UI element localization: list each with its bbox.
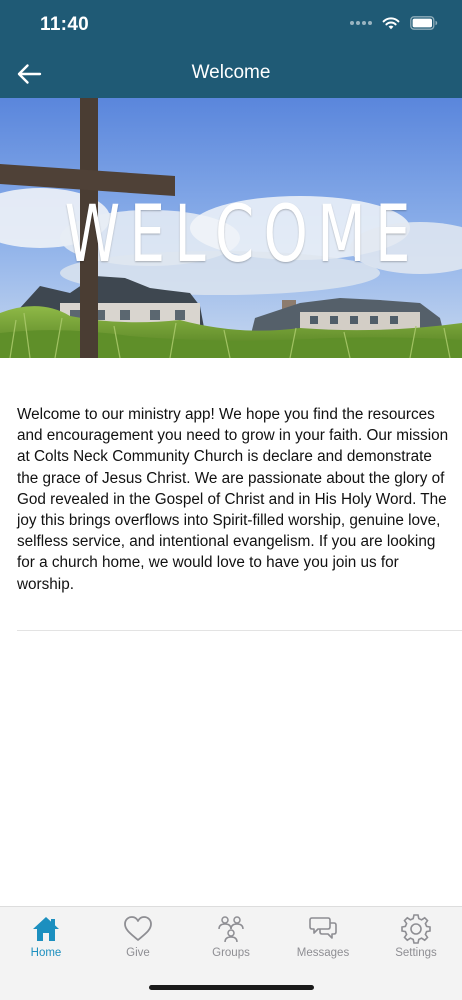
tab-groups[interactable]: Groups: [185, 913, 277, 969]
tab-home[interactable]: Home: [0, 913, 92, 969]
tab-label-groups: Groups: [212, 947, 250, 959]
tab-messages[interactable]: Messages: [277, 913, 369, 969]
tab-label-give: Give: [126, 947, 150, 959]
header: Welcome: [0, 50, 462, 98]
home-icon: [0, 913, 92, 945]
tab-label-home: Home: [30, 947, 62, 959]
welcome-banner: WELCOME: [0, 98, 462, 358]
page-title: Welcome: [191, 62, 271, 83]
tab-label-messages: Messages: [296, 947, 350, 959]
welcome-text: Welcome to our ministry app! We hope you…: [17, 406, 449, 593]
signal-icon: [350, 21, 372, 25]
home-indicator: [149, 985, 314, 990]
battery-icon: [410, 16, 438, 30]
gear-icon: [370, 913, 462, 945]
status-icons: [350, 16, 438, 30]
groups-icon: [185, 913, 277, 945]
wifi-icon: [382, 17, 400, 30]
top-bar: 11:40 Welcome: [0, 0, 462, 98]
tab-label-settings: Settings: [395, 947, 437, 959]
status-bar: 11:40: [0, 0, 462, 50]
heart-icon: [92, 913, 184, 945]
divider: [17, 630, 462, 631]
status-time: 11:40: [40, 14, 90, 35]
banner-text: WELCOME: [64, 190, 420, 280]
messages-icon: [277, 913, 369, 945]
tab-settings[interactable]: Settings: [370, 913, 462, 969]
tab-give[interactable]: Give: [92, 913, 184, 969]
